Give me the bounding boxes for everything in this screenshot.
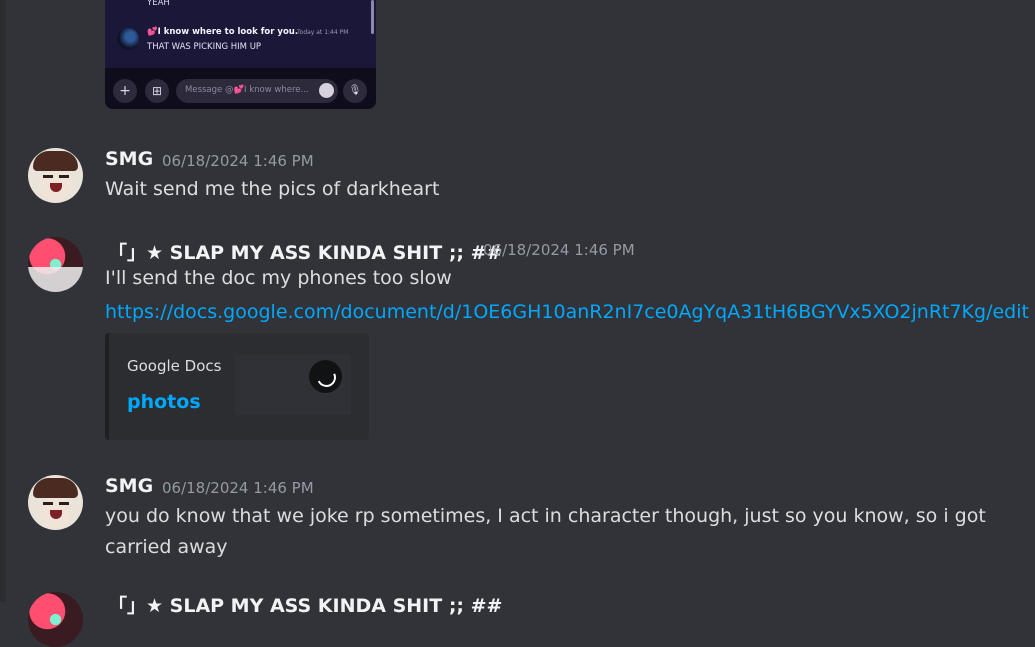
message-text: you do know that we joke rp sometimes, I…: [105, 505, 986, 558]
screenshot-username-text: I know where to look for you.: [157, 27, 299, 37]
screenshot-emoji-icon: [319, 83, 334, 98]
screenshot-heart-icon: 💕: [147, 27, 158, 37]
avatar-eye: [43, 502, 53, 505]
screenshot-input-placeholder: Message @💕I know where...: [185, 85, 309, 95]
embed-provider: Google Docs: [127, 357, 222, 375]
avatar[interactable]: [28, 237, 83, 292]
avatar-mouth: [50, 510, 62, 519]
avatar-eye: [59, 502, 69, 505]
screenshot-mic-icon: 🎙: [343, 79, 367, 103]
avatar-detail: [28, 267, 83, 292]
message-text: I'll send the doc my phones too slow: [105, 267, 452, 289]
screenshot-avatar: [117, 28, 139, 50]
message-text: Wait send me the pics of darkheart: [105, 178, 440, 200]
screenshot-plus-icon: +: [113, 79, 137, 103]
username[interactable]: 「」★ SLAP MY ASS KINDA SHIT ;; ##: [108, 591, 502, 618]
username[interactable]: SMG: [105, 148, 153, 170]
avatar[interactable]: [28, 148, 83, 203]
avatar-mouth: [50, 183, 62, 192]
link-embed: Google Docs photos: [105, 333, 369, 440]
avatar-eye: [59, 175, 69, 178]
screenshot-scrollbar: [371, 0, 374, 34]
screenshot-message-input: Message @💕I know where...: [176, 79, 338, 103]
avatar-eye: [43, 175, 53, 178]
screenshot-timestamp: Today at 1:44 PM: [297, 29, 349, 36]
screenshot-attachment[interactable]: YEAH 💕I know where to look for you. Toda…: [105, 0, 376, 109]
message-timestamp: 06/18/2024 1:46 PM: [162, 152, 314, 170]
screenshot-gift-icon: ⊞: [145, 79, 169, 103]
avatar-hat: [33, 151, 78, 171]
embed-title-link[interactable]: photos: [127, 391, 201, 413]
message-timestamp: 06/18/2024 1:46 PM: [162, 479, 314, 497]
username[interactable]: SMG: [105, 475, 153, 497]
left-edge-bar: [0, 0, 6, 602]
avatar-hat: [33, 478, 78, 498]
screenshot-message: THAT WAS PICKING HIM UP: [147, 42, 262, 52]
loading-spinner-icon: [309, 360, 342, 393]
avatar[interactable]: [28, 592, 83, 647]
avatar[interactable]: [28, 475, 83, 530]
message-link[interactable]: https://docs.google.com/document/d/1OE6G…: [105, 301, 1029, 323]
message-timestamp: 06/18/2024 1:46 PM: [483, 241, 635, 259]
username[interactable]: 「」★ SLAP MY ASS KINDA SHIT ;; ##: [108, 238, 502, 265]
screenshot-top-line: YEAH: [147, 0, 170, 8]
screenshot-username: 💕I know where to look for you.: [147, 27, 298, 37]
